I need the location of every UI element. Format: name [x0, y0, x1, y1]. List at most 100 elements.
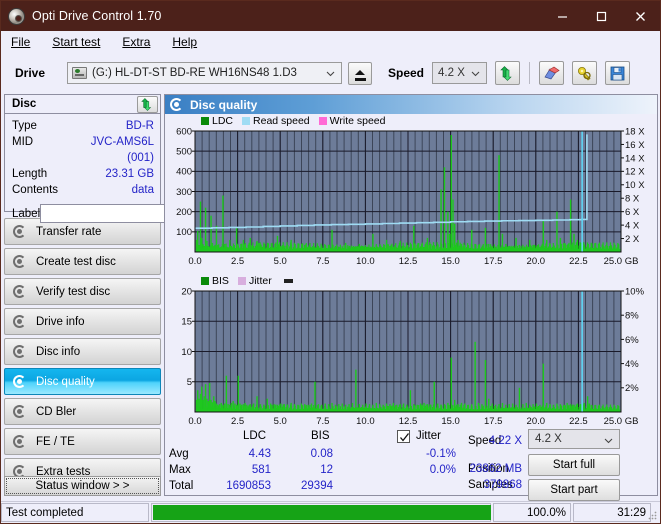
- sidebar-item-cd-bler[interactable]: CD Bler: [4, 398, 161, 425]
- legend-swatch-read-speed: [242, 116, 251, 125]
- start-part-button[interactable]: Start part: [528, 479, 620, 501]
- content-panel: Disc quality LDC Read speed Write speed …: [164, 94, 658, 501]
- sidebar-item-label: CD Bler: [36, 405, 77, 418]
- legend-item-write-speed: Write speed: [318, 115, 386, 127]
- progress-percent: 100.0%: [493, 503, 571, 522]
- svg-text:2.5: 2.5: [231, 416, 244, 427]
- stats-panel: LDC BIS Jitter Avg Max Total 4.43 581 16…: [165, 427, 657, 501]
- minimize-icon[interactable]: [543, 1, 582, 31]
- save-button[interactable]: [605, 61, 631, 85]
- sidebar-item-verify-test-disc[interactable]: Verify test disc: [4, 278, 161, 305]
- page-title: Disc quality: [190, 97, 258, 112]
- speed-select[interactable]: 4.2 X: [432, 62, 488, 84]
- svg-text:10: 10: [181, 347, 192, 358]
- legend-swatch-bis: [201, 276, 209, 285]
- disc-icon: [12, 314, 28, 330]
- menu-item-file[interactable]: File: [9, 34, 32, 50]
- chevron-down-icon: [467, 63, 483, 83]
- legend-item-read-speed: Read speed: [242, 115, 310, 127]
- sidebar-nav: Transfer rate Create test disc Verify te…: [4, 218, 161, 485]
- disc-refresh-button[interactable]: [137, 96, 158, 113]
- menu-item-extra[interactable]: Extra: [120, 34, 152, 50]
- jitter-max-value: 0.0%: [429, 464, 456, 476]
- close-icon[interactable]: [621, 1, 660, 31]
- bis-max-value: 12: [320, 464, 333, 476]
- maximize-icon[interactable]: [582, 1, 621, 31]
- svg-text:16 X: 16 X: [625, 140, 645, 151]
- disc-row-contents: Contents data: [12, 182, 154, 198]
- svg-text:300: 300: [176, 187, 192, 198]
- status-window-button[interactable]: Status window > >: [4, 476, 161, 496]
- svg-text:5: 5: [187, 377, 192, 388]
- svg-text:4%: 4%: [625, 359, 639, 370]
- svg-text:15.0: 15.0: [441, 416, 460, 427]
- sidebar-item-create-test-disc[interactable]: Create test disc: [4, 248, 161, 275]
- jitter-label: Jitter: [416, 430, 441, 442]
- top-chart-legend: LDC Read speed Write speed: [165, 114, 657, 127]
- menu-item-help[interactable]: Help: [170, 34, 199, 50]
- jitter-checkbox[interactable]: [397, 430, 410, 443]
- svg-text:2.5: 2.5: [231, 256, 244, 267]
- disc-row-type-key: Type: [12, 120, 37, 132]
- samples-value: 379868: [483, 479, 522, 491]
- title-bar: Opti Drive Control 1.70: [1, 1, 660, 31]
- svg-text:10 X: 10 X: [625, 180, 645, 191]
- bis-avg-value: 0.08: [310, 448, 333, 460]
- svg-text:8 X: 8 X: [625, 194, 640, 205]
- svg-text:25.0 GB: 25.0 GB: [604, 416, 639, 427]
- svg-text:18 X: 18 X: [625, 127, 645, 137]
- cursor-marker-icon: [283, 278, 293, 283]
- chevron-down-icon: [600, 430, 616, 450]
- legend-swatch-jitter: [237, 276, 246, 285]
- legend-label-bis: BIS: [212, 274, 229, 287]
- disc-icon: [12, 284, 28, 300]
- disc-row-type-value: BD-R: [125, 120, 154, 132]
- result-speed-select[interactable]: 4.2 X: [528, 429, 620, 449]
- resize-grip-icon[interactable]: [647, 510, 657, 520]
- refresh-button[interactable]: [495, 61, 521, 85]
- jitter-avg-value: -0.1%: [425, 448, 456, 460]
- eject-button[interactable]: [348, 61, 372, 85]
- sidebar-item-disc-quality[interactable]: Disc quality: [4, 368, 161, 395]
- window-title: Opti Drive Control 1.70: [32, 9, 162, 23]
- key-icon: [577, 66, 591, 81]
- stats-header-bis: BIS: [311, 430, 330, 442]
- sidebar-item-label: Drive info: [36, 315, 85, 328]
- refresh-icon: [141, 98, 152, 111]
- progress-bar: [151, 503, 491, 522]
- disc-icon: [12, 374, 28, 390]
- progress-bar-fill: [153, 505, 491, 520]
- key-button[interactable]: [572, 61, 598, 85]
- drive-select[interactable]: (G:) HL-DT-ST BD-RE WH16NS48 1.D3: [67, 62, 342, 84]
- legend-swatch-ldc: [201, 116, 209, 125]
- legend-item-bis: BIS: [201, 275, 229, 287]
- disc-icon: [12, 344, 28, 360]
- chevron-down-icon: [322, 63, 338, 83]
- drive-label: Drive: [15, 66, 46, 80]
- app-window: Opti Drive Control 1.70 File Start test …: [0, 0, 661, 524]
- bis-total-value: 29394: [301, 480, 333, 492]
- eraser-icon: [544, 66, 560, 79]
- sidebar-item-disc-info[interactable]: Disc info: [4, 338, 161, 365]
- disc-row-length: Length 23.31 GB: [12, 166, 154, 182]
- content-header: Disc quality: [165, 95, 657, 114]
- menu-item-start-test[interactable]: Start test: [50, 34, 102, 50]
- legend-label-jitter: Jitter: [248, 274, 272, 287]
- disc-icon: [12, 224, 28, 240]
- disc-row-mid: MID JVC-AMS6L (001): [12, 134, 154, 166]
- start-full-button[interactable]: Start full: [528, 454, 620, 476]
- stats-header-ldc: LDC: [243, 430, 267, 442]
- svg-text:4 X: 4 X: [625, 221, 640, 232]
- save-icon: [610, 66, 625, 80]
- svg-text:10.0: 10.0: [356, 416, 375, 427]
- ldc-max-value: 581: [251, 464, 271, 476]
- position-value: 23862 MB: [469, 463, 522, 475]
- speed-label: Speed: [388, 66, 425, 80]
- elapsed-time: 31:29: [573, 503, 651, 522]
- sidebar-item-drive-info[interactable]: Drive info: [4, 308, 161, 335]
- svg-text:6%: 6%: [625, 335, 639, 346]
- sidebar-item-fe-te[interactable]: FE / TE: [4, 428, 161, 455]
- erase-button[interactable]: [539, 61, 565, 85]
- disc-label-key: Label: [12, 207, 41, 220]
- svg-text:2 X: 2 X: [625, 234, 640, 245]
